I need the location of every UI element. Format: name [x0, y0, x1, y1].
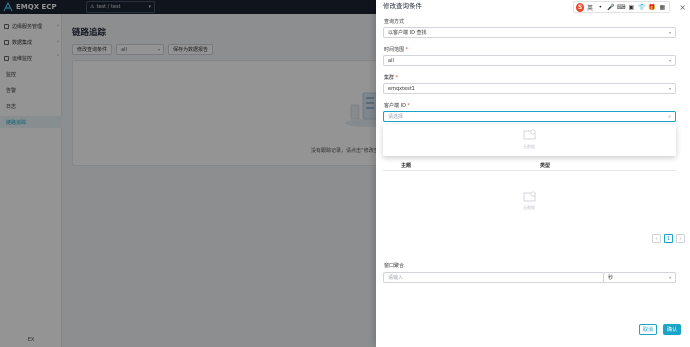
client-id-label: 客户端 ID * — [384, 102, 410, 109]
empty-box-icon — [523, 191, 536, 202]
keyboard-icon[interactable]: ⌨ — [616, 2, 626, 12]
client-id-dropdown: 无数据 — [383, 124, 676, 156]
image-icon[interactable]: ▣ — [627, 2, 636, 12]
query-mode-select[interactable]: 以客户端 ID 查找 ▾ — [383, 27, 676, 38]
client-id-placeholder: 请选择 — [388, 114, 404, 120]
cluster-label: 集群 * — [384, 74, 398, 81]
ying-icon[interactable]: 英 — [585, 2, 594, 12]
window-unit-value: 秒 — [608, 275, 614, 281]
table-empty-text: 无数据 — [523, 205, 535, 210]
chevron-down-icon: ▾ — [668, 58, 671, 63]
next-page-button[interactable]: › — [676, 234, 685, 243]
gift-icon[interactable]: 🎁 — [647, 2, 656, 12]
window-unit-select[interactable]: 秒 ▾ — [603, 272, 676, 283]
time-range-value: all — [388, 57, 394, 64]
column-header-type: 类型 — [540, 163, 551, 169]
chevron-down-icon: ▾ — [668, 275, 671, 280]
modal-overlay[interactable] — [0, 0, 376, 347]
time-range-label-text: 时间范围 — [384, 47, 405, 53]
page-number-button[interactable]: 1 — [664, 234, 673, 243]
cluster-label-text: 集群 — [384, 75, 395, 81]
query-drawer: 修改查询条件 S 英 • 🎤 ⌨ ▣ 👕 🎁 ▦ × 查询方式 以客户端 ID … — [376, 0, 690, 347]
grid-icon[interactable]: ▦ — [658, 2, 667, 12]
cluster-select[interactable]: emqxtest1 ▾ — [383, 83, 676, 94]
ime-toolbar: S 英 • 🎤 ⌨ ▣ 👕 🎁 ▦ — [573, 1, 670, 13]
search-icon: ⌕ — [668, 113, 671, 120]
pagination: ‹ 1 › — [652, 234, 685, 243]
window-placeholder: 请输入 — [388, 275, 404, 281]
required-mark: * — [405, 47, 409, 53]
query-mode-label: 查询方式 — [384, 18, 404, 25]
window-input[interactable]: 请输入 — [383, 272, 604, 283]
query-mode-value: 以客户端 ID 查找 — [388, 30, 427, 36]
window-label: 窗口聚合 — [384, 263, 405, 269]
time-range-select[interactable]: all ▾ — [383, 55, 676, 66]
empty-box-icon — [523, 129, 536, 140]
sogou-logo-icon[interactable]: S — [576, 2, 585, 12]
client-id-input[interactable]: 请选择 ⌕ — [383, 111, 676, 122]
query-mode-label-text: 查询方式 — [384, 19, 405, 25]
cluster-value: emqxtest1 — [388, 85, 415, 92]
required-mark: * — [395, 75, 399, 81]
topic-table-header: 主题 类型 — [383, 160, 676, 171]
chevron-down-icon: ▾ — [668, 30, 671, 35]
drawer-title: 修改查询条件 — [383, 2, 422, 10]
cancel-button[interactable]: 取消 — [639, 324, 657, 335]
mic-icon[interactable]: 🎤 — [606, 2, 615, 12]
required-mark: * — [407, 103, 411, 109]
shirt-icon[interactable]: 👕 — [637, 2, 646, 12]
prev-page-button[interactable]: ‹ — [652, 234, 661, 243]
confirm-button[interactable]: 确认 — [663, 324, 681, 335]
dropdown-empty-text: 无数据 — [523, 144, 535, 149]
dot-icon[interactable]: • — [596, 2, 605, 12]
time-range-label: 时间范围 * — [384, 46, 408, 53]
chevron-down-icon: ▾ — [668, 86, 671, 91]
column-header-topic: 主题 — [401, 163, 412, 169]
client-id-label-text: 客户端 ID — [384, 103, 406, 109]
close-icon[interactable]: × — [679, 3, 686, 12]
